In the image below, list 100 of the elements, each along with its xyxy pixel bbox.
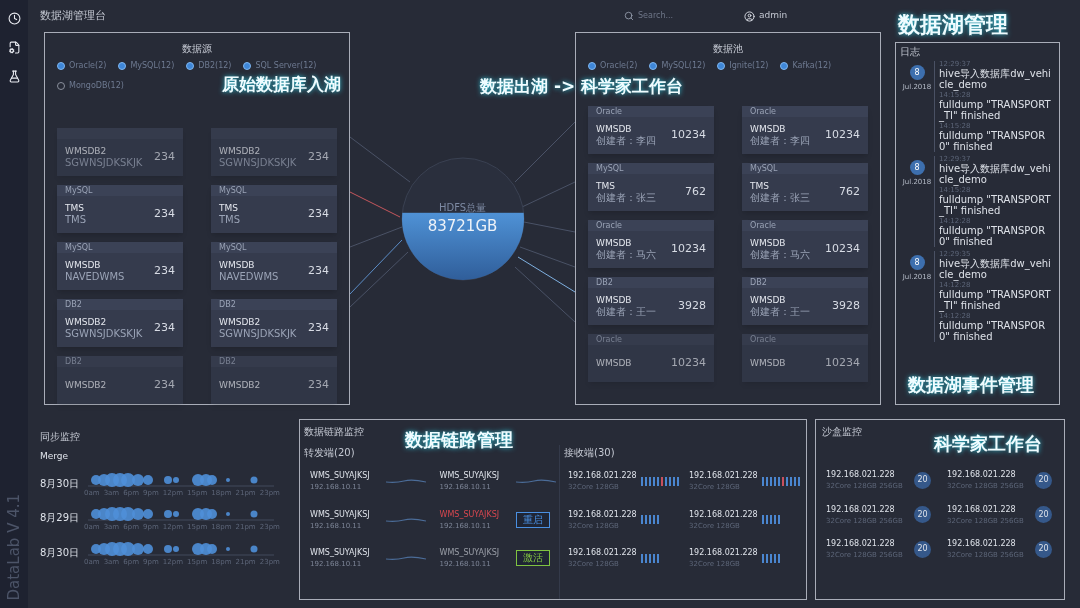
- database-card[interactable]: DB2 WMSDB2 234: [57, 356, 183, 404]
- database-card[interactable]: MySQL TMS 创建者：张三 762: [588, 163, 714, 211]
- card-subtitle: 创建者：张三: [750, 191, 810, 205]
- database-card[interactable]: Oracle WMSDB 创建者：马六 10234: [742, 220, 868, 268]
- database-card[interactable]: Oracle WMSDB 10234: [742, 334, 868, 382]
- panel-title: 数据源: [182, 42, 212, 56]
- card-type: Oracle: [750, 335, 777, 344]
- event-message: fulldump "TRANSPOR0" finished: [939, 130, 1047, 152]
- card-subtitle: TMS: [65, 213, 87, 227]
- card-name: WMSDB: [750, 357, 786, 370]
- database-card[interactable]: MySQL TMS 创建者：张三 762: [742, 163, 868, 211]
- checkbox[interactable]: [717, 62, 726, 70]
- date-label: 8月30日: [40, 545, 81, 560]
- filter-label: DB2(12): [198, 60, 232, 72]
- gauge-value: 83721GB: [427, 215, 498, 237]
- card-name: WMSDB2: [65, 316, 108, 328]
- search-field[interactable]: Search...: [638, 10, 718, 22]
- card-subtitle: NAVEDWMS: [219, 270, 279, 284]
- checkbox[interactable]: [243, 62, 252, 70]
- count-badge: 20: [914, 471, 931, 489]
- database-card[interactable]: Oracle WMSDB 创建者：马六 10234: [588, 220, 714, 268]
- card-name: WMSDB: [596, 294, 633, 306]
- card-type: DB2: [219, 300, 236, 309]
- database-card[interactable]: DB2 WMSDB 创建者：王一 3928: [588, 277, 714, 325]
- document-gear-icon[interactable]: [7, 41, 21, 54]
- sparkline: [386, 554, 426, 563]
- database-card[interactable]: Oracle WMSDB 创建者：李四 10234: [588, 106, 714, 154]
- flask-icon[interactable]: [7, 70, 21, 83]
- day-badge: 8: [909, 65, 925, 80]
- node-name: WMS_SUYAJKSJ: [310, 547, 371, 559]
- card-value: 762: [839, 184, 860, 201]
- database-card[interactable]: DB2 WMSDB2 SGWNSJDKSKJK 234: [211, 299, 337, 347]
- database-card[interactable]: DB2 WMSDB 创建者：王一 3928: [742, 277, 868, 325]
- card-name: WMSDB: [65, 259, 102, 271]
- node-ip: 192.168.021.228: [947, 538, 1017, 550]
- card-type: Oracle: [596, 107, 623, 116]
- card-value: 10234: [825, 127, 860, 144]
- section-title: 沙盒监控: [822, 425, 863, 439]
- card-name: WMSDB2: [219, 145, 262, 157]
- database-card[interactable]: DB2 WMSDB2 SGWNSJDKSKJK 234: [57, 299, 183, 347]
- database-card[interactable]: WMSDB2 SGWNSJDKSKJK 234: [57, 128, 183, 176]
- user-name[interactable]: admin: [759, 9, 788, 23]
- card-subtitle: SGWNSJDKSKJK: [219, 327, 297, 341]
- checkbox[interactable]: [118, 62, 127, 70]
- event-message: fulldump "TRANSPOR0" finished: [939, 225, 1047, 247]
- card-type: MySQL: [219, 186, 247, 195]
- checkbox[interactable]: [649, 62, 658, 70]
- card-name: TMS: [65, 202, 85, 214]
- sparkline: [386, 477, 426, 486]
- event-message: fulldump "TRANSPOR0" finished: [939, 320, 1047, 342]
- day-badge: 8: [909, 160, 925, 175]
- section-title: 同步监控: [40, 430, 81, 444]
- database-card[interactable]: DB2 WMSDB2 234: [211, 356, 337, 404]
- checkbox[interactable]: [588, 62, 596, 70]
- panel-title: 日志: [900, 47, 921, 57]
- load-meter: [640, 553, 659, 563]
- checkbox[interactable]: [186, 62, 195, 70]
- panel-title: 数据池: [713, 42, 743, 56]
- node-ip: 192.168.021.228: [689, 470, 758, 482]
- card-value: 3928: [678, 298, 706, 315]
- database-card[interactable]: MySQL WMSDB NAVEDWMS 234: [57, 242, 183, 290]
- node-ip: 192.168.021.228: [568, 470, 637, 482]
- database-card[interactable]: MySQL WMSDB NAVEDWMS 234: [211, 242, 337, 290]
- group-title: 转发端(20): [304, 446, 356, 460]
- card-subtitle: 创建者：马六: [596, 248, 656, 262]
- card-name: WMSDB: [219, 259, 256, 271]
- card-value: 234: [154, 149, 175, 166]
- card-subtitle: 创建者：王一: [596, 305, 656, 319]
- action-button[interactable]: 重启: [515, 511, 550, 528]
- database-card[interactable]: WMSDB2 SGWNSJDKSKJK 234: [211, 128, 337, 176]
- node-ip: 192.168.021.228: [689, 547, 758, 559]
- card-type: Oracle: [596, 335, 623, 344]
- database-card[interactable]: Oracle WMSDB 10234: [588, 334, 714, 382]
- card-name: WMSDB2: [65, 145, 108, 157]
- event-message: fulldump "TRANSPORT_TI" finished: [939, 99, 1052, 121]
- node-name: WMS_SUYAJKSJ: [439, 508, 501, 521]
- filter-label: SQL Server(12): [255, 60, 317, 72]
- card-subtitle: 创建者：李四: [750, 134, 810, 148]
- card-type: Oracle: [750, 107, 777, 116]
- card-name: TMS: [596, 180, 615, 192]
- card-value: 10234: [825, 355, 860, 372]
- card-subtitle: 创建者：马六: [750, 248, 810, 262]
- database-card[interactable]: MySQL TMS TMS 234: [57, 185, 183, 233]
- card-type: DB2: [596, 278, 613, 287]
- node-name: WMS_SUYAJKSJ: [439, 547, 501, 559]
- checkbox[interactable]: [57, 62, 65, 70]
- annotation-label: 数据链路管理: [405, 428, 513, 452]
- database-card[interactable]: Oracle WMSDB 创建者：李四 10234: [742, 106, 868, 154]
- checkbox[interactable]: [780, 62, 789, 70]
- card-value: 10234: [825, 241, 860, 258]
- avatar-icon[interactable]: [744, 10, 755, 22]
- filter-label: MySQL(12): [661, 60, 706, 72]
- card-name: WMSDB: [750, 294, 787, 306]
- card-name: WMSDB: [750, 123, 787, 135]
- clock-icon[interactable]: [7, 12, 21, 25]
- database-card[interactable]: MySQL TMS TMS 234: [211, 185, 337, 233]
- card-value: 234: [154, 206, 175, 223]
- filter-label: Ignite(12): [729, 60, 769, 72]
- load-meter: [761, 515, 780, 525]
- card-value: 10234: [671, 127, 706, 144]
